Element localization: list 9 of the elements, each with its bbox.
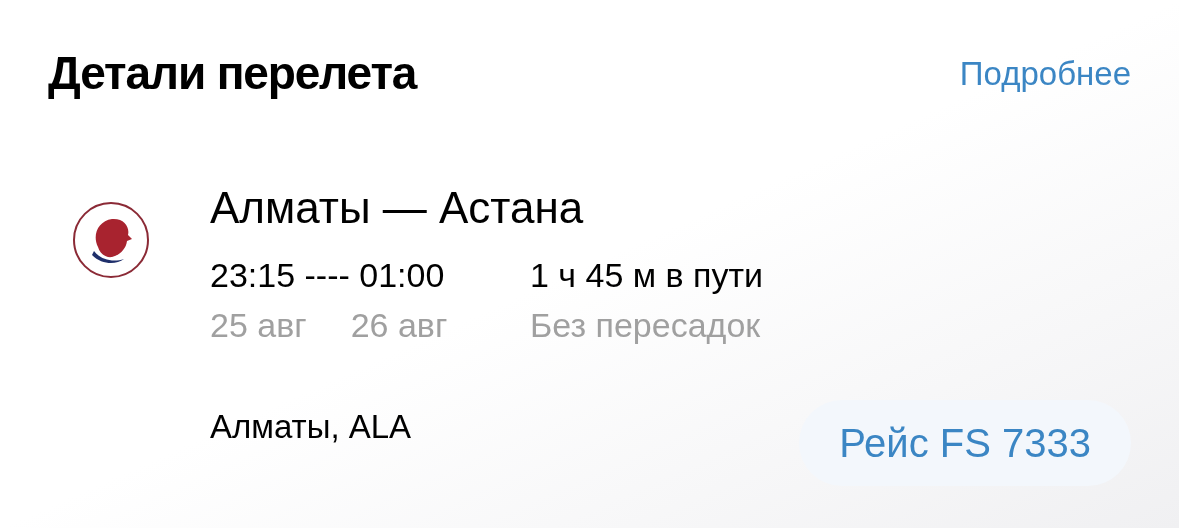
- stops-info: Без пересадок: [530, 308, 762, 342]
- departure-date: 25 авг: [210, 308, 307, 342]
- flight-number-chip[interactable]: Рейс FS 7333: [799, 400, 1131, 486]
- route-title: Алматы — Астана: [210, 186, 585, 230]
- arrival-date: 26 авг: [350, 308, 448, 342]
- flight-duration: 1 ч 45 м в пути: [530, 258, 764, 292]
- details-link[interactable]: Подробнее: [959, 56, 1131, 90]
- departure-airport: Алматы, ALA: [210, 407, 412, 447]
- flight-times: 23:15 ---- 01:00: [210, 258, 446, 292]
